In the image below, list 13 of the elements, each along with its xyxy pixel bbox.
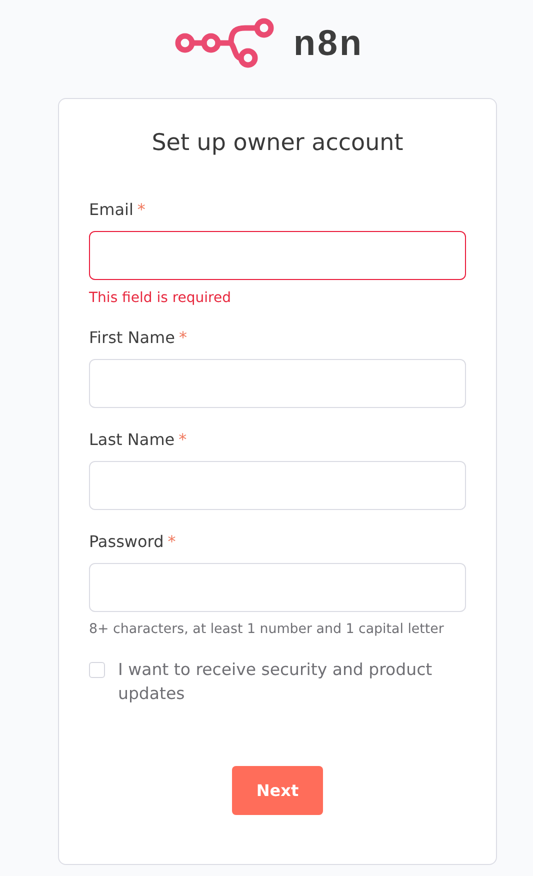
form-title: Set up owner account — [152, 129, 404, 157]
brand-name: n8n — [293, 22, 364, 64]
field-label: Email * — [89, 200, 146, 220]
field-label: Last Name * — [89, 430, 187, 450]
checkbox-label[interactable]: I want to receive security and product updates — [118, 658, 466, 706]
hint-text: 8+ characters, at least 1 number and 1 capital letter — [89, 622, 444, 638]
checkbox[interactable] — [89, 662, 105, 678]
field-label: First Name * — [89, 328, 187, 348]
error-message: This field is required — [89, 290, 232, 306]
logo-icon — [173, 18, 276, 68]
field-label: Password * — [89, 532, 176, 552]
input-field[interactable] — [89, 231, 466, 280]
next-button[interactable]: Next — [232, 766, 323, 815]
